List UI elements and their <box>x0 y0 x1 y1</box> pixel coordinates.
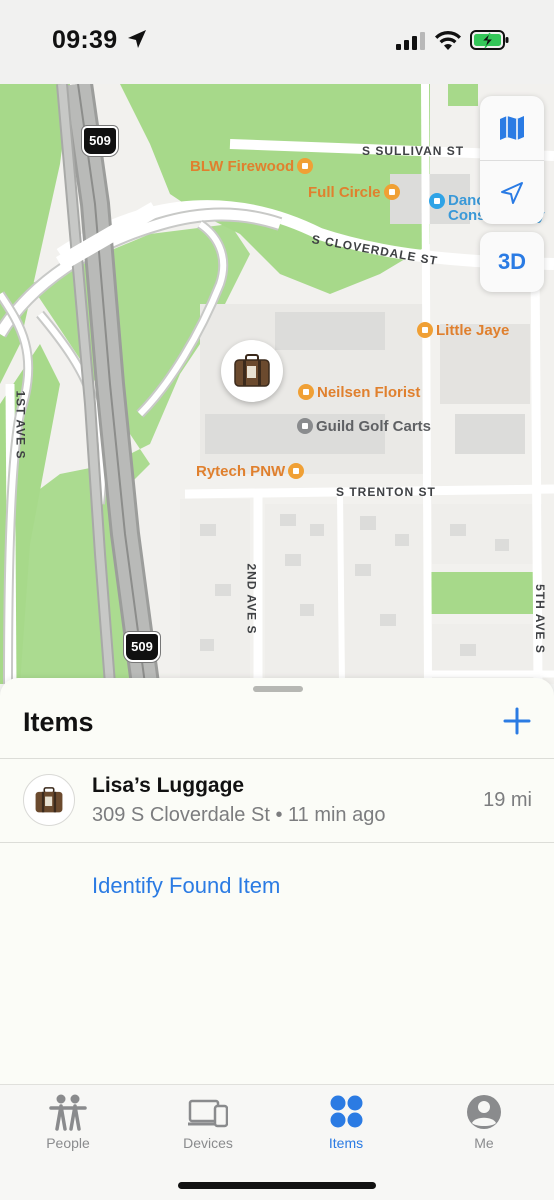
map-mode-button[interactable] <box>480 96 544 160</box>
luggage-icon <box>35 786 63 812</box>
items-grid-icon <box>330 1095 363 1128</box>
poi-neilsen-florist[interactable]: Neilsen Florist <box>295 384 420 401</box>
tab-label: Devices <box>183 1135 233 1151</box>
tab-label: People <box>46 1135 90 1151</box>
3d-button[interactable]: 3D <box>480 232 544 292</box>
street-label-fifth-ave: 5TH AVE S <box>532 584 547 654</box>
poi-full-circle[interactable]: Full Circle <box>308 184 403 201</box>
plus-icon[interactable] <box>500 704 534 738</box>
divider <box>0 842 554 843</box>
tab-me[interactable]: Me <box>424 1085 544 1165</box>
poi-label: BLW Firewood <box>190 158 295 175</box>
list-item[interactable]: Lisa’s Luggage 309 S Cloverdale St • 11 … <box>0 758 554 842</box>
street-label-second-ave: 2ND AVE S <box>244 563 259 635</box>
poi-label: Full Circle <box>308 184 381 201</box>
highway-shield: 509 <box>82 126 118 156</box>
tab-items[interactable]: Items <box>286 1085 406 1165</box>
poi-label: Little Jaye <box>436 322 510 339</box>
poi-label: Guild Golf Carts <box>316 418 432 435</box>
highway-shield: 509 <box>124 632 160 662</box>
item-name: Lisa’s Luggage <box>92 774 245 797</box>
status-time: 09:39 <box>52 26 118 54</box>
poi-little-jaye[interactable]: Little Jaye <box>414 322 509 339</box>
map-icon <box>500 116 524 140</box>
tab-label: Me <box>474 1135 494 1151</box>
dance-icon <box>429 193 445 209</box>
item-avatar <box>23 774 75 826</box>
tab-devices[interactable]: Devices <box>148 1085 268 1165</box>
street-label-sullivan: S SULLIVAN ST <box>362 144 465 158</box>
status-bar: 09:39 <box>0 0 554 84</box>
poi-label: Neilsen Florist <box>317 384 421 401</box>
location-arrow-icon <box>128 30 146 48</box>
street-label-trenton: S TRENTON ST <box>336 485 436 499</box>
cellular-signal-icon <box>396 32 425 50</box>
items-sheet: Items Lisa’s Luggage 309 S Cloverdale St… <box>0 678 554 1084</box>
pin-icon <box>297 418 313 434</box>
sheet-grabber[interactable] <box>253 686 303 692</box>
item-map-pin[interactable] <box>221 340 283 402</box>
home-indicator[interactable] <box>178 1182 376 1189</box>
item-distance: 19 mi <box>483 789 532 811</box>
basket-icon <box>383 184 400 200</box>
devices-icon <box>188 1099 228 1128</box>
wifi-icon <box>435 30 461 50</box>
shopping-bag-icon <box>288 463 305 479</box>
poi-blw-firewood[interactable]: BLW Firewood <box>190 158 316 175</box>
map-view[interactable]: 509 509 S SULLIVAN ST S CLOVERDALE ST S … <box>0 84 554 684</box>
identify-found-item-link[interactable]: Identify Found Item <box>92 873 280 899</box>
shopping-bag-icon <box>297 158 314 174</box>
poi-guild-golf-carts[interactable]: Guild Golf Carts <box>294 418 431 435</box>
tab-label: Items <box>328 1135 364 1151</box>
luggage-icon <box>234 354 270 387</box>
street-label-first-ave: 1ST AVE S <box>13 390 28 460</box>
shopping-bag-icon <box>298 384 314 400</box>
poi-rytech[interactable]: Rytech PNW <box>196 463 307 480</box>
clothing-icon <box>417 322 433 338</box>
battery-charging-icon <box>470 30 509 50</box>
map-controls <box>480 96 544 224</box>
locate-me-button[interactable] <box>480 160 544 224</box>
tab-people[interactable]: People <box>8 1085 128 1165</box>
item-address: 309 S Cloverdale St • 11 min ago <box>92 804 386 826</box>
person-circle-icon <box>467 1095 501 1129</box>
people-icon <box>49 1094 87 1131</box>
sheet-title: Items <box>23 707 94 737</box>
location-arrow-icon <box>501 181 523 204</box>
poi-label: Rytech PNW <box>196 463 286 480</box>
